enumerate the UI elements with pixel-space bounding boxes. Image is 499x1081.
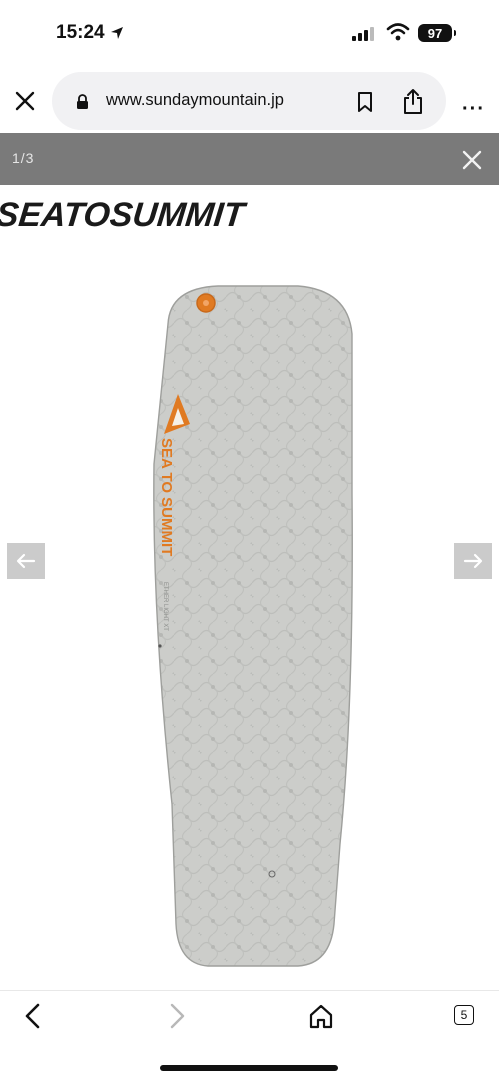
tabs-button[interactable]: 5	[454, 1005, 474, 1025]
browser-address-row: www.sundaymountain.jp ···	[0, 68, 499, 132]
url-text: www.sundaymountain.jp	[106, 91, 284, 109]
cellular-signal-icon	[352, 27, 374, 41]
mat-brand-text: SEA TO SUMMIT	[158, 438, 175, 556]
lock-icon	[77, 94, 88, 109]
brand-logo: SEATOSUMMIT	[0, 196, 247, 234]
status-bar: 15:24 97	[0, 0, 499, 66]
home-icon[interactable]	[306, 1001, 336, 1031]
bookmark-icon[interactable]	[356, 91, 374, 113]
gallery-close-icon[interactable]	[462, 150, 482, 170]
arrow-left-icon	[16, 553, 36, 569]
clock: 15:24	[56, 22, 125, 44]
tab-count: 5	[460, 1008, 468, 1022]
previous-image-button[interactable]	[7, 543, 45, 579]
battery-level: 97	[427, 25, 443, 41]
next-image-button[interactable]	[454, 543, 492, 579]
more-options-icon[interactable]: ···	[462, 98, 485, 121]
wifi-icon	[386, 23, 410, 41]
location-arrow-icon	[110, 27, 123, 39]
svg-text:ETHER LIGHT XT: ETHER LIGHT XT	[162, 582, 168, 631]
image-counter: 1/3	[12, 150, 35, 166]
close-icon[interactable]	[14, 90, 36, 112]
back-icon[interactable]	[18, 1001, 48, 1031]
home-indicator[interactable]	[160, 1065, 338, 1071]
sleeping-pad-image: SEA TO SUMMIT ETHER LIGHT XT	[153, 285, 353, 967]
time-text: 15:24	[56, 22, 105, 43]
share-icon[interactable]	[402, 87, 424, 115]
battery-indicator: 97	[418, 24, 456, 42]
forward-icon[interactable]	[162, 1001, 192, 1031]
browser-toolbar: 5	[0, 990, 499, 1081]
arrow-right-icon	[463, 553, 483, 569]
gallery-header: 1/3	[0, 133, 499, 185]
address-bar[interactable]: www.sundaymountain.jp	[52, 72, 446, 130]
